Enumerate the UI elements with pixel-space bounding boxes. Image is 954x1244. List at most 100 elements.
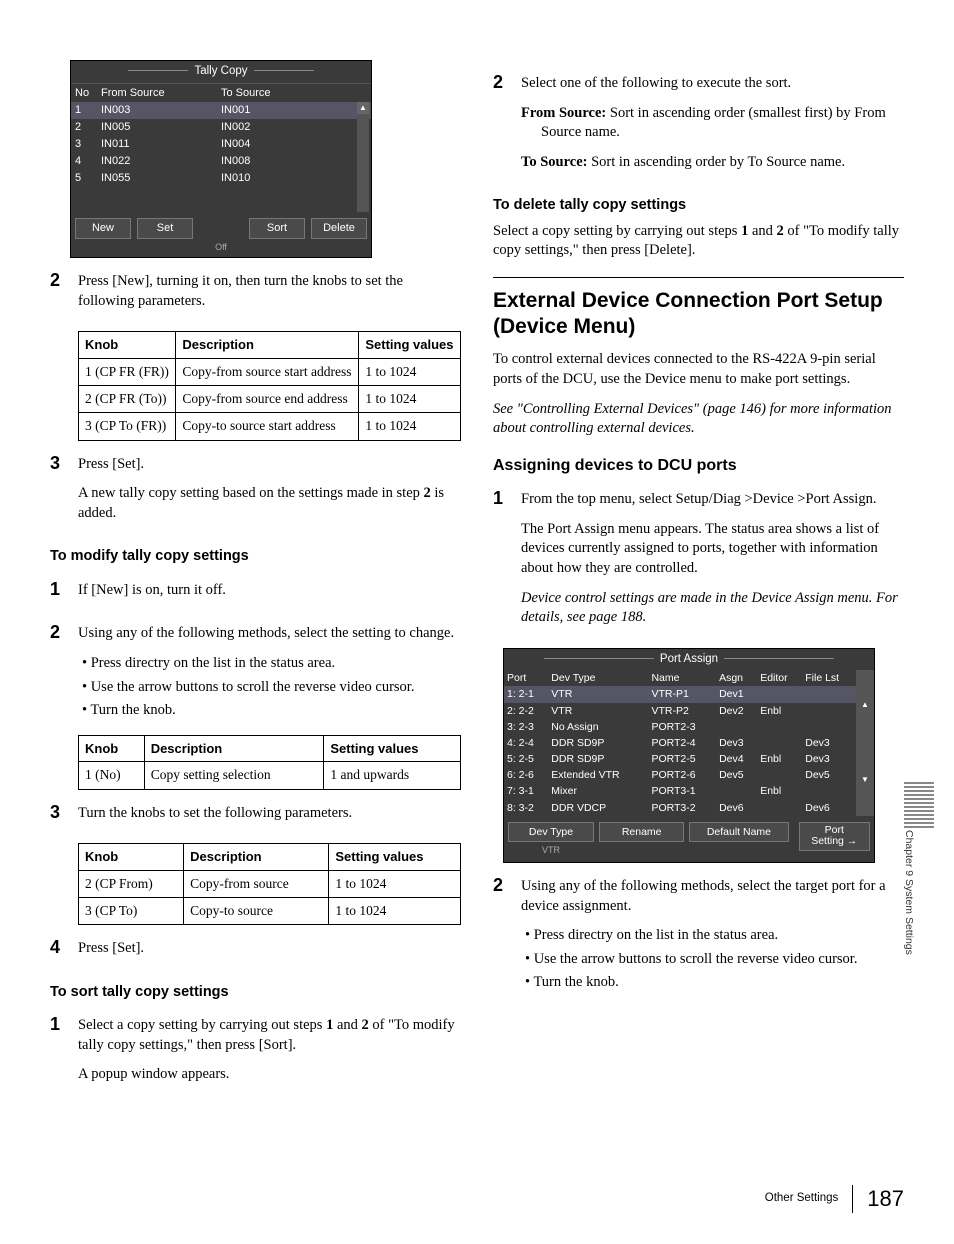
table-row: 2 (CP From)Copy-from source1 to 1024	[79, 870, 461, 897]
table-row: 1 (CP FR (FR))Copy-from source start add…	[79, 359, 461, 386]
knob-table-1: KnobDescriptionSetting values 1 (CP FR (…	[78, 331, 461, 440]
step: 2 Using any of the following methods, se…	[493, 873, 904, 997]
table-row[interactable]: 3: 2-3No AssignPORT2-3	[504, 719, 874, 735]
devtype-button[interactable]: Dev Type	[508, 822, 594, 842]
table-row[interactable]: 7: 3-1MixerPORT3-1Enbl	[504, 783, 874, 799]
table-row[interactable]: 5: 2-5DDR SD9PPORT2-5Dev4EnblDev3	[504, 751, 874, 767]
new-state-label: Off	[71, 241, 371, 257]
step-text: A popup window appears.	[78, 1065, 461, 1085]
step-number: 2	[50, 620, 68, 724]
default-name-button[interactable]: Default Name	[689, 822, 788, 842]
header-row: Port Dev Type Name Asgn Editor File Lst …	[504, 670, 874, 686]
table-row: 3 (CP To)Copy-to source1 to 1024	[79, 897, 461, 924]
step-number: 1	[50, 1012, 68, 1095]
table-row: 1 (No)Copy setting selection1 and upward…	[79, 762, 461, 789]
bullet: Press directry on the list in the status…	[521, 926, 904, 946]
table-row: 3 (CP To (FR))Copy-to source start addre…	[79, 413, 461, 440]
step-number: 4	[50, 935, 68, 969]
subsection-heading: To delete tally copy settings	[493, 196, 904, 216]
step-number: 1	[493, 486, 511, 637]
tally-body: 1 IN003 IN001 2 IN005 IN002 3 IN011 IN00…	[71, 102, 371, 212]
step: 2 Select one of the following to execute…	[493, 70, 904, 182]
set-button[interactable]: Set	[137, 218, 193, 239]
step-text: From the top menu, select Setup/Diag >De…	[521, 490, 904, 510]
scrollbar[interactable]: ▲▼	[856, 670, 874, 816]
step: 2 Using any of the following methods, se…	[50, 620, 461, 724]
step: 3 Press [Set]. A new tally copy setting …	[50, 451, 461, 534]
step: 2 Press [New], turning it on, then turn …	[50, 268, 461, 321]
rename-button[interactable]: Rename	[599, 822, 684, 842]
port-setting-button[interactable]: PortSetting →	[799, 822, 870, 851]
step-number: 3	[50, 800, 68, 834]
table-row[interactable]: 8: 3-2DDR VDCPPORT3-2Dev6Dev6	[504, 800, 874, 816]
page-footer: Other Settings 187	[765, 1184, 904, 1214]
knob-table-3: KnobDescriptionSetting values 2 (CP From…	[78, 843, 461, 925]
bullet: Use the arrow buttons to scroll the reve…	[78, 678, 461, 698]
chapter-label: Chapter 9 System Settings	[902, 830, 916, 955]
delete-button[interactable]: Delete	[311, 218, 367, 239]
step: 3 Turn the knobs to set the following pa…	[50, 800, 461, 834]
subsection-heading: To modify tally copy settings	[50, 547, 461, 567]
subsection-heading: To sort tally copy settings	[50, 983, 461, 1003]
scrollbar[interactable]: ▲	[357, 102, 369, 212]
paragraph: To control external devices connected to…	[493, 350, 904, 389]
step-number: 2	[50, 268, 68, 321]
header-no: No	[71, 86, 101, 101]
table-row[interactable]: 2 IN005 IN002	[71, 119, 371, 136]
bullet: Press directry on the list in the status…	[78, 654, 461, 674]
option-to-source: To Source: Sort in ascending order by To…	[521, 153, 904, 173]
step-text: Press [New], turning it on, then turn th…	[78, 272, 461, 311]
step-text: Select one of the following to execute t…	[521, 74, 904, 94]
step-text: Using any of the following methods, sele…	[521, 877, 904, 916]
table-row[interactable]: 3 IN011 IN004	[71, 136, 371, 153]
panel-title: Tally Copy	[71, 61, 371, 84]
step-text: Press [Set].	[78, 455, 461, 475]
paragraph: Select a copy setting by carrying out st…	[493, 222, 904, 261]
table-row[interactable]: 6: 2-6Extended VTRPORT2-6Dev5Dev5	[504, 767, 874, 783]
step: 1 Select a copy setting by carrying out …	[50, 1012, 461, 1095]
left-column: Tally Copy No From Source To Source 1 IN…	[50, 60, 461, 1105]
step: 4 Press [Set].	[50, 935, 461, 969]
header-to: To Source	[221, 86, 331, 101]
step-text: Select a copy setting by carrying out st…	[78, 1016, 461, 1055]
tally-header-row: No From Source To Source	[71, 84, 371, 103]
table-row[interactable]: 2: 2-2VTRVTR-P2Dev2Enbl	[504, 703, 874, 719]
scroll-up-icon[interactable]: ▲	[357, 102, 369, 114]
tally-copy-panel: Tally Copy No From Source To Source 1 IN…	[70, 60, 372, 258]
header-from: From Source	[101, 86, 221, 101]
table-row[interactable]: 1 IN003 IN001	[71, 102, 371, 119]
sort-button[interactable]: Sort	[249, 218, 305, 239]
divider	[852, 1185, 853, 1213]
note: Device control settings are made in the …	[521, 589, 904, 628]
bullet: Use the arrow buttons to scroll the reve…	[521, 950, 904, 970]
section-label: Other Settings	[765, 1191, 839, 1207]
new-button[interactable]: New	[75, 218, 131, 239]
step-number: 2	[493, 873, 511, 997]
step-text: Turn the knobs to set the following para…	[78, 804, 461, 824]
table-row: 2 (CP FR (To))Copy-from source end addre…	[79, 386, 461, 413]
section-heading: External Device Connection Port Setup (D…	[493, 277, 904, 341]
step-number: 3	[50, 451, 68, 534]
port-assign-panel: Port Assign Port Dev Type Name Asgn Edit…	[503, 648, 875, 863]
table-row[interactable]: 5 IN055 IN010	[71, 170, 371, 187]
right-column: 2 Select one of the following to execute…	[493, 60, 904, 1105]
table-row[interactable]: 1: 2-1VTRVTR-P1Dev1	[504, 686, 874, 702]
panel-title: Port Assign	[504, 649, 874, 671]
step-number: 2	[493, 70, 511, 182]
step-text: A new tally copy setting based on the se…	[78, 484, 461, 523]
table-row[interactable]: 4 IN022 IN008	[71, 153, 371, 170]
devtype-value: VTR	[508, 844, 594, 856]
thumb-index-icon	[904, 780, 934, 830]
port-button-row: Dev Type VTR Rename Default Name PortSet…	[504, 816, 874, 862]
step-text: The Port Assign menu appears. The status…	[521, 520, 904, 579]
option-from-source: From Source: Sort in ascending order (sm…	[521, 104, 904, 143]
step-number: 1	[50, 577, 68, 611]
port-assign-table: Port Dev Type Name Asgn Editor File Lst …	[504, 670, 874, 816]
cross-reference: See "Controlling External Devices" (page…	[493, 400, 904, 439]
step-text: Press [Set].	[78, 939, 461, 959]
page-number: 187	[867, 1184, 904, 1214]
knob-table-2: KnobDescriptionSetting values 1 (No)Copy…	[78, 735, 461, 790]
bullet: Turn the knob.	[521, 973, 904, 993]
bullet: Turn the knob.	[78, 701, 461, 721]
table-row[interactable]: 4: 2-4DDR SD9PPORT2-4Dev3Dev3	[504, 735, 874, 751]
